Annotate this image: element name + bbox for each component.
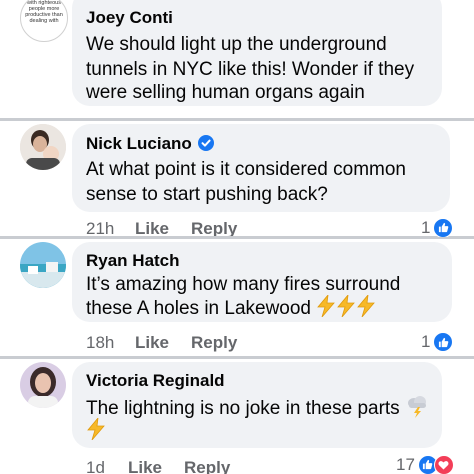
comment-author[interactable]: Nick Luciano [86,134,214,154]
lightning-emoji [317,295,336,317]
comment-author[interactable]: Joey Conti [86,8,173,28]
comment-text-line [86,418,106,444]
comment-text-line: At what point is it considered common [86,159,406,180]
comment-timestamp[interactable]: 18h [86,333,114,353]
comment-bubble: Nick Luciano At what point is it conside… [72,124,450,212]
like-button[interactable]: Like [128,458,162,474]
verified-badge-icon [197,135,214,151]
lightning-emoji [87,418,105,440]
separator [0,118,474,121]
reaction-count: 1 [421,332,431,351]
reaction-summary[interactable]: 1 [421,218,454,237]
comment-bubble: Victoria Reginald The lightning is no jo… [72,362,442,448]
comment-author[interactable]: Ryan Hatch [86,251,180,271]
comment-timestamp[interactable]: 1d [86,458,105,474]
comment-text-line: The lightning is no joke in these parts [86,394,429,421]
comment-actions: 18h Like Reply [86,333,386,353]
comment-text: The lightning is no joke in these parts [86,398,400,419]
comment-timestamp[interactable]: 21h [86,219,114,236]
reaction-summary[interactable]: 17 [396,455,454,474]
like-button[interactable]: Like [135,219,169,236]
comment-text-line: sense to start pushing back? [86,184,328,205]
reaction-count: 17 [396,455,415,474]
lightning-emoji [337,295,356,317]
comment-text-line: were selling human organs again [86,82,365,103]
reaction-summary[interactable]: 1 [421,332,454,352]
avatar-victoria-reginald[interactable] [20,362,66,408]
avatar-nick-luciano[interactable] [20,124,66,170]
reply-button[interactable]: Reply [191,219,237,236]
svg-text:dealing with: dealing with [29,18,58,24]
heart-icon [433,455,454,474]
reply-button[interactable]: Reply [191,333,237,353]
lightning-emoji-group [316,295,376,319]
avatar-ryan-hatch[interactable] [20,242,66,288]
comment-author-name[interactable]: Nick Luciano [86,134,192,153]
comment-bubble: Ryan Hatch It’s amazing how many fires s… [72,242,452,322]
comment-author[interactable]: Victoria Reginald [86,371,225,391]
comment-text-line: these A holes in Lakewood [86,295,376,321]
like-icon [433,218,454,237]
lightning-emoji [357,295,376,317]
comment-text-line: We should light up the underground [86,34,387,55]
reply-button[interactable]: Reply [184,458,230,474]
comment-text: these A holes in Lakewood [86,298,312,319]
comment-actions: 1d Like Reply [86,458,386,474]
like-button[interactable]: Like [135,333,169,353]
separator [0,236,474,239]
separator [0,356,474,359]
comment-text-line: It’s amazing how many fires surround [86,274,401,295]
storm-cloud-emoji [407,396,426,418]
comment-text-line: tunnels in NYC like this! Wonder if they [86,59,415,80]
avatar-joey-conti[interactable]: with righteous people more productive th… [20,0,68,42]
reaction-count: 1 [421,218,431,237]
like-icon [433,332,454,352]
comment-actions: 21h Like Reply [86,219,386,236]
